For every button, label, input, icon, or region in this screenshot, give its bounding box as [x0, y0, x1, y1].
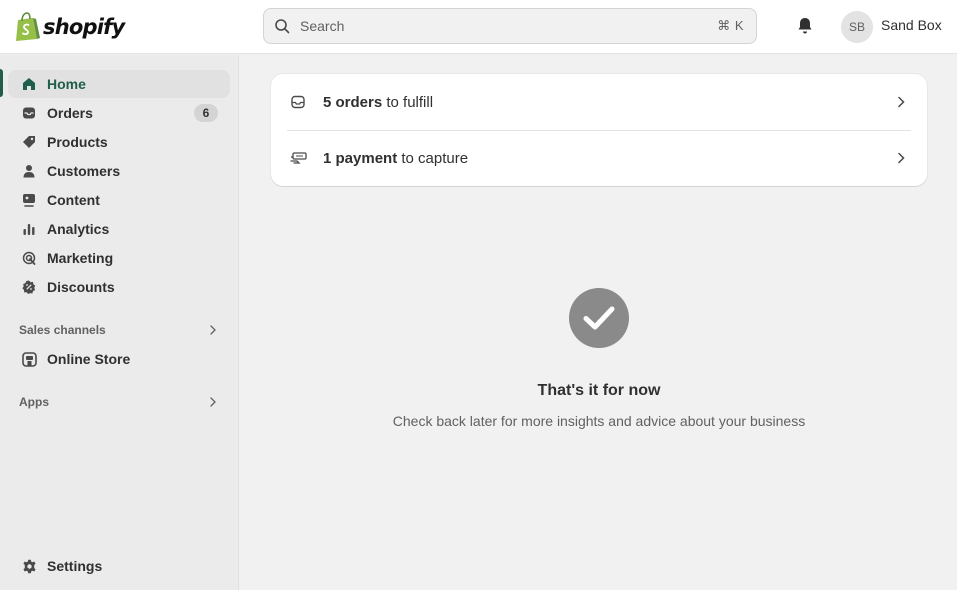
empty-state-subtitle: Check back later for more insights and a…: [392, 413, 806, 429]
inbox-icon: [289, 93, 307, 111]
sidebar-item-label: Analytics: [47, 221, 110, 237]
bar-chart-icon: [20, 220, 38, 238]
sidebar-item-settings[interactable]: Settings: [8, 552, 230, 580]
search-placeholder: Search: [300, 18, 345, 34]
search-icon: [274, 17, 292, 35]
checkmark-circle-icon: [569, 288, 629, 348]
section-label: Sales channels: [19, 323, 106, 337]
gear-icon: [20, 557, 38, 575]
chevron-right-icon: [893, 94, 909, 110]
sidebar-item-label: Content: [47, 192, 100, 208]
chevron-right-icon: [207, 324, 219, 336]
task-text: 1 payment to capture: [323, 150, 893, 167]
sidebar-item-products[interactable]: Products: [8, 128, 230, 156]
search-shortcut: ⌘ K: [717, 18, 744, 33]
sidebar-item-label: Customers: [47, 163, 121, 179]
sidebar-item-customers[interactable]: Customers: [8, 157, 230, 185]
sales-channels-header[interactable]: Sales channels: [19, 320, 219, 340]
chevron-right-icon: [207, 396, 219, 408]
shopify-logo[interactable]: shopify: [14, 11, 125, 43]
sidebar-item-discounts[interactable]: Discounts: [8, 273, 230, 301]
brand-name: shopify: [43, 15, 125, 39]
task-row-payments[interactable]: 1 payment to capture: [271, 130, 927, 186]
apps-header[interactable]: Apps: [19, 392, 219, 412]
discount-icon: [20, 278, 38, 296]
sidebar-item-label: Settings: [47, 558, 103, 574]
task-count: 1 payment: [323, 149, 398, 167]
store-name[interactable]: Sand Box: [881, 17, 942, 33]
search-input[interactable]: Search ⌘ K: [263, 8, 757, 44]
sidebar: Home Orders 6 Products Customers Content…: [0, 55, 239, 590]
store-icon: [20, 350, 38, 368]
cash-icon: [289, 149, 307, 167]
empty-state-title: That's it for now: [537, 382, 661, 399]
task-label: to fulfill: [382, 93, 434, 111]
section-label: Apps: [19, 395, 49, 409]
sidebar-item-label: Products: [47, 134, 108, 150]
task-row-orders[interactable]: 5 orders to fulfill: [271, 74, 927, 130]
tag-icon: [20, 133, 38, 151]
sidebar-item-home[interactable]: Home: [8, 70, 230, 98]
shopify-bag-icon: [16, 12, 40, 41]
sidebar-item-label: Marketing: [47, 250, 114, 266]
avatar[interactable]: SB: [841, 11, 873, 43]
content-icon: [20, 191, 38, 209]
inbox-icon: [20, 104, 38, 122]
sidebar-item-label: Home: [47, 76, 86, 92]
sidebar-item-label: Orders: [47, 105, 93, 121]
bell-icon[interactable]: [795, 16, 815, 36]
sidebar-item-online-store[interactable]: Online Store: [8, 345, 230, 373]
orders-count-badge: 6: [194, 104, 218, 122]
home-icon: [20, 75, 38, 93]
target-icon: [20, 249, 38, 267]
sidebar-item-label: Online Store: [47, 351, 131, 367]
sidebar-item-label: Discounts: [47, 279, 115, 295]
sidebar-item-content[interactable]: Content: [8, 186, 230, 214]
sidebar-item-marketing[interactable]: Marketing: [8, 244, 230, 272]
task-text: 5 orders to fulfill: [323, 94, 893, 111]
sidebar-item-orders[interactable]: Orders 6: [8, 99, 230, 127]
tasks-card: 5 orders to fulfill 1 payment to capture: [271, 74, 927, 186]
active-indicator: [0, 69, 3, 97]
task-count: 5 orders: [323, 93, 383, 111]
person-icon: [20, 162, 38, 180]
top-bar: shopify Search ⌘ K SB Sand Box: [0, 0, 957, 54]
chevron-right-icon: [893, 150, 909, 166]
sidebar-item-analytics[interactable]: Analytics: [8, 215, 230, 243]
task-label: to capture: [397, 149, 469, 167]
